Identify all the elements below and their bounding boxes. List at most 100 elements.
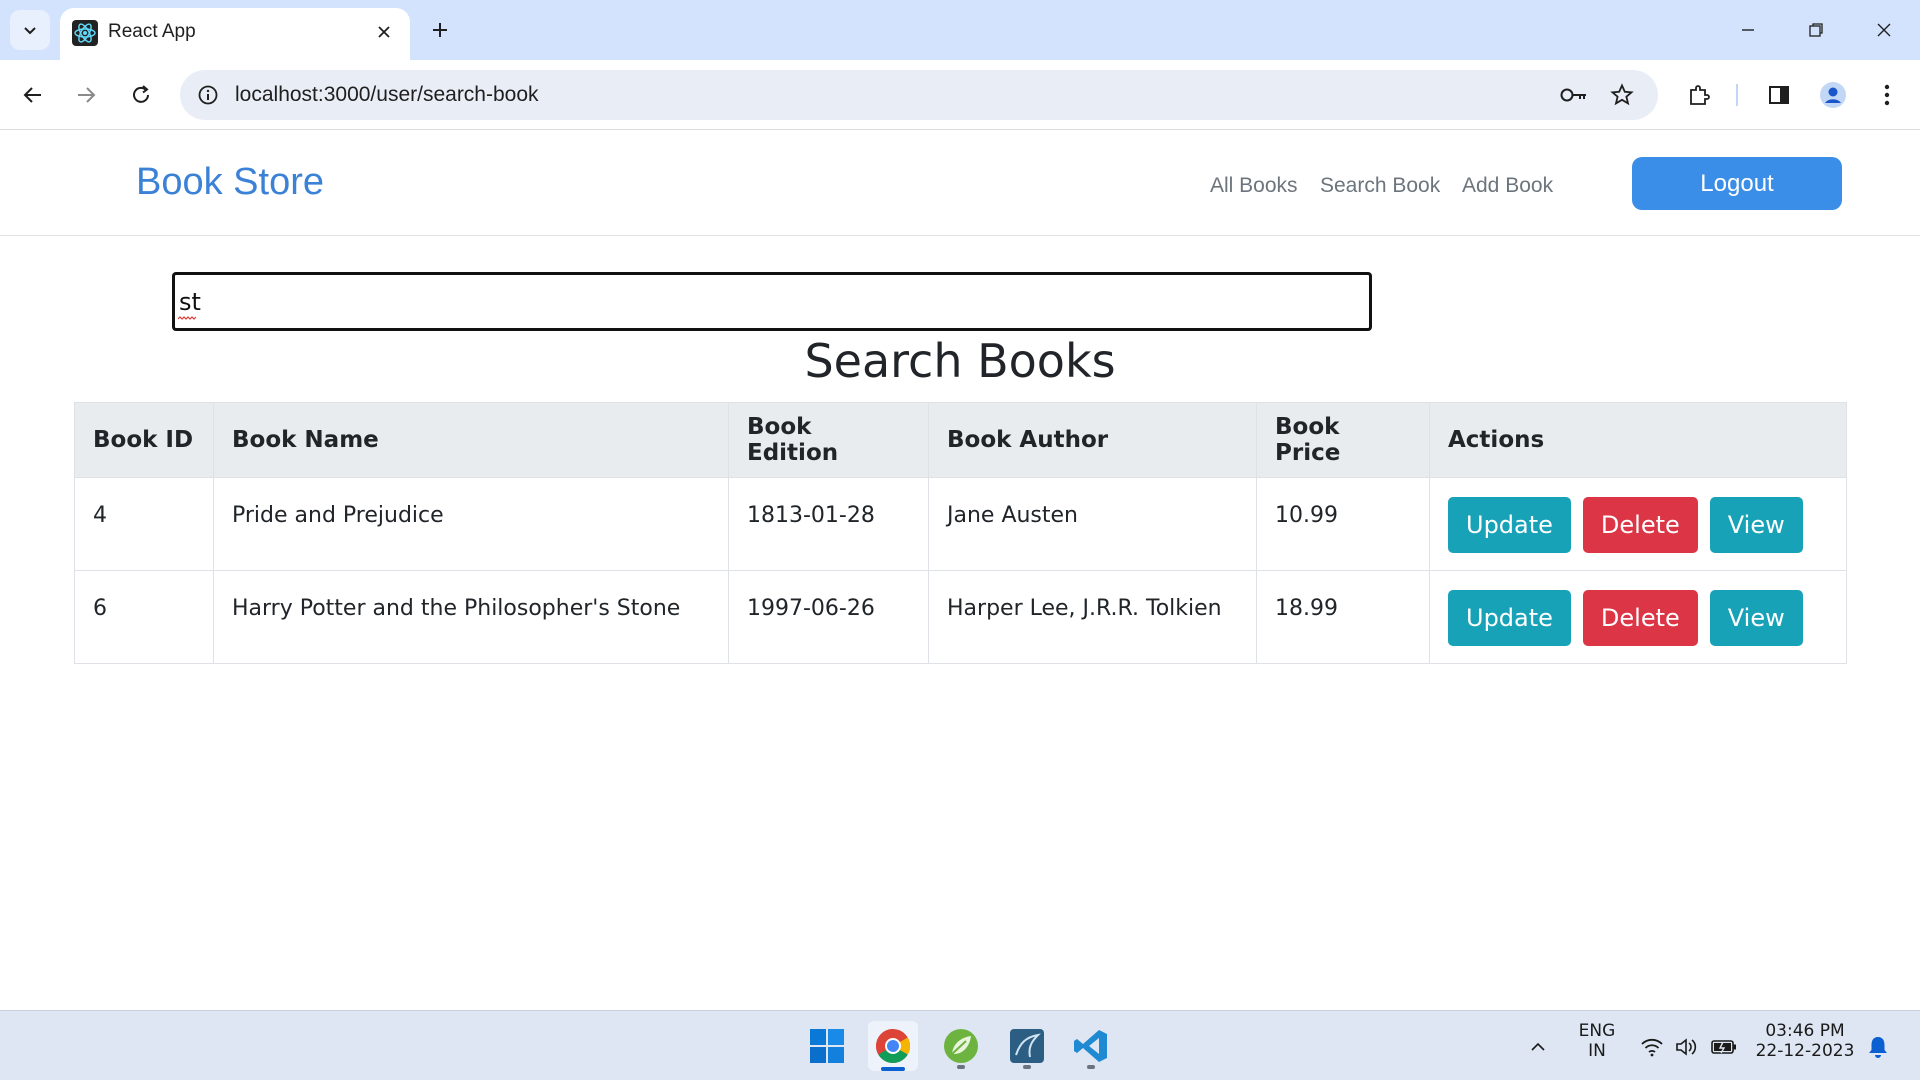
close-icon (378, 26, 390, 38)
notifications-button[interactable] (1864, 1033, 1892, 1061)
running-indicator (957, 1065, 965, 1069)
delete-button[interactable]: Delete (1582, 590, 1698, 646)
battery-button[interactable] (1710, 1033, 1738, 1061)
table-row: 6 Harry Potter and the Philosopher's Sto… (74, 570, 1847, 664)
close-window-button[interactable] (1862, 12, 1906, 48)
cell-book-name: Harry Potter and the Philosopher's Stone (213, 570, 729, 664)
clock-time: 03:46 PM (1765, 1021, 1845, 1041)
vscode-icon (1074, 1030, 1107, 1062)
tab-search-button[interactable] (10, 10, 50, 50)
browser-menu-button[interactable] (1868, 76, 1906, 114)
cell-book-author: Jane Austen (928, 477, 1257, 571)
side-panel-icon (1769, 86, 1789, 104)
browser-toolbar: localhost:3000/user/search-book (0, 60, 1920, 130)
cell-book-price: 10.99 (1256, 477, 1430, 571)
new-tab-button[interactable] (424, 14, 456, 46)
update-button[interactable]: Update (1448, 590, 1571, 646)
table-row: 4 Pride and Prejudice 1813-01-28 Jane Au… (74, 477, 1847, 571)
cell-actions: Update Delete View (1429, 570, 1847, 664)
windows-taskbar: ENG IN 03:46 PM 22-12-2023 (0, 1010, 1920, 1080)
page-title: Search Books (804, 334, 1116, 388)
taskbar-mysql-workbench[interactable] (1002, 1021, 1052, 1071)
start-button[interactable] (802, 1021, 852, 1071)
address-bar[interactable]: localhost:3000/user/search-book (180, 70, 1658, 120)
bell-icon (1869, 1037, 1887, 1058)
restore-button[interactable] (1794, 12, 1838, 48)
chevron-down-icon (24, 27, 36, 35)
spring-leaf-icon (944, 1029, 978, 1063)
app-navbar: Book Store All Books Search Book Add Boo… (0, 131, 1920, 236)
browser-tab-strip: React App (0, 0, 1920, 60)
star-icon (1610, 83, 1634, 106)
delete-button[interactable]: Delete (1582, 497, 1698, 553)
plus-icon (433, 23, 447, 37)
books-table: Book ID Book Name Book Edition Book Auth… (74, 402, 1847, 664)
network-button[interactable] (1638, 1033, 1666, 1061)
avatar-icon (1820, 82, 1846, 108)
column-header-book-author: Book Author (928, 402, 1257, 478)
cell-book-edition: 1997-06-26 (728, 570, 929, 664)
search-input[interactable] (172, 272, 1372, 331)
profile-button[interactable] (1814, 76, 1852, 114)
password-key-button[interactable] (1558, 79, 1590, 111)
cell-book-edition: 1813-01-28 (728, 477, 929, 571)
running-indicator (1087, 1065, 1095, 1069)
arrow-left-icon (23, 87, 41, 103)
back-button[interactable] (12, 74, 54, 116)
nav-link-search-book[interactable]: Search Book (1320, 174, 1440, 198)
windows-logo-icon (810, 1029, 844, 1063)
site-info-button[interactable] (192, 79, 224, 111)
update-button[interactable]: Update (1448, 497, 1571, 553)
puzzle-icon (1690, 85, 1710, 105)
column-header-actions: Actions (1429, 402, 1847, 478)
chevron-up-icon (1531, 1042, 1545, 1051)
reload-button[interactable] (120, 74, 162, 116)
language-code: ENG (1578, 1021, 1616, 1041)
column-header-book-name: Book Name (213, 402, 729, 478)
minimize-icon (1742, 29, 1754, 31)
minimize-button[interactable] (1726, 12, 1770, 48)
key-icon (1560, 88, 1586, 102)
taskbar-vscode[interactable] (1066, 1021, 1116, 1071)
logout-button[interactable]: Logout (1632, 157, 1842, 210)
show-hidden-icons-button[interactable] (1524, 1033, 1552, 1061)
toolbar-divider (1736, 84, 1738, 106)
taskbar-spring-tool[interactable] (936, 1021, 986, 1071)
column-header-book-id: Book ID (74, 402, 214, 478)
nav-link-add-book[interactable]: Add Book (1462, 174, 1553, 198)
cell-actions: Update Delete View (1429, 477, 1847, 571)
column-header-book-edition: Book Edition (728, 402, 929, 478)
view-button[interactable]: View (1709, 497, 1803, 553)
language-indicator[interactable]: ENG IN (1572, 1021, 1622, 1061)
url-text: localhost:3000/user/search-book (235, 83, 539, 106)
cell-book-id: 4 (74, 477, 214, 571)
react-logo-icon (72, 20, 98, 46)
side-panel-button[interactable] (1760, 76, 1798, 114)
cell-book-price: 18.99 (1256, 570, 1430, 664)
taskbar-chrome[interactable] (868, 1021, 918, 1071)
browser-tab-active[interactable]: React App (60, 8, 410, 60)
running-indicator (1023, 1065, 1031, 1069)
bookmark-button[interactable] (1606, 79, 1638, 111)
arrow-right-icon (78, 87, 96, 103)
forward-button[interactable] (65, 74, 107, 116)
cell-book-name: Pride and Prejudice (213, 477, 729, 571)
clock-date: 22-12-2023 (1755, 1041, 1855, 1061)
clock[interactable]: 03:46 PM 22-12-2023 (1752, 1021, 1858, 1061)
more-vertical-icon (1884, 84, 1890, 106)
cell-book-id: 6 (74, 570, 214, 664)
nav-link-all-books[interactable]: All Books (1210, 174, 1298, 198)
extensions-button[interactable] (1680, 76, 1718, 114)
close-icon (1877, 23, 1891, 37)
battery-charging-icon (1711, 1040, 1736, 1054)
tab-close-button[interactable] (372, 20, 396, 44)
table-header-row: Book ID Book Name Book Edition Book Auth… (74, 402, 1847, 478)
view-button[interactable]: View (1709, 590, 1803, 646)
restore-icon (1809, 23, 1823, 37)
spellcheck-underline (178, 316, 197, 320)
brand-link[interactable]: Book Store (136, 161, 324, 204)
keyboard-region: IN (1588, 1041, 1606, 1061)
volume-button[interactable] (1672, 1033, 1700, 1061)
wifi-icon (1641, 1038, 1663, 1057)
speaker-icon (1676, 1038, 1697, 1056)
